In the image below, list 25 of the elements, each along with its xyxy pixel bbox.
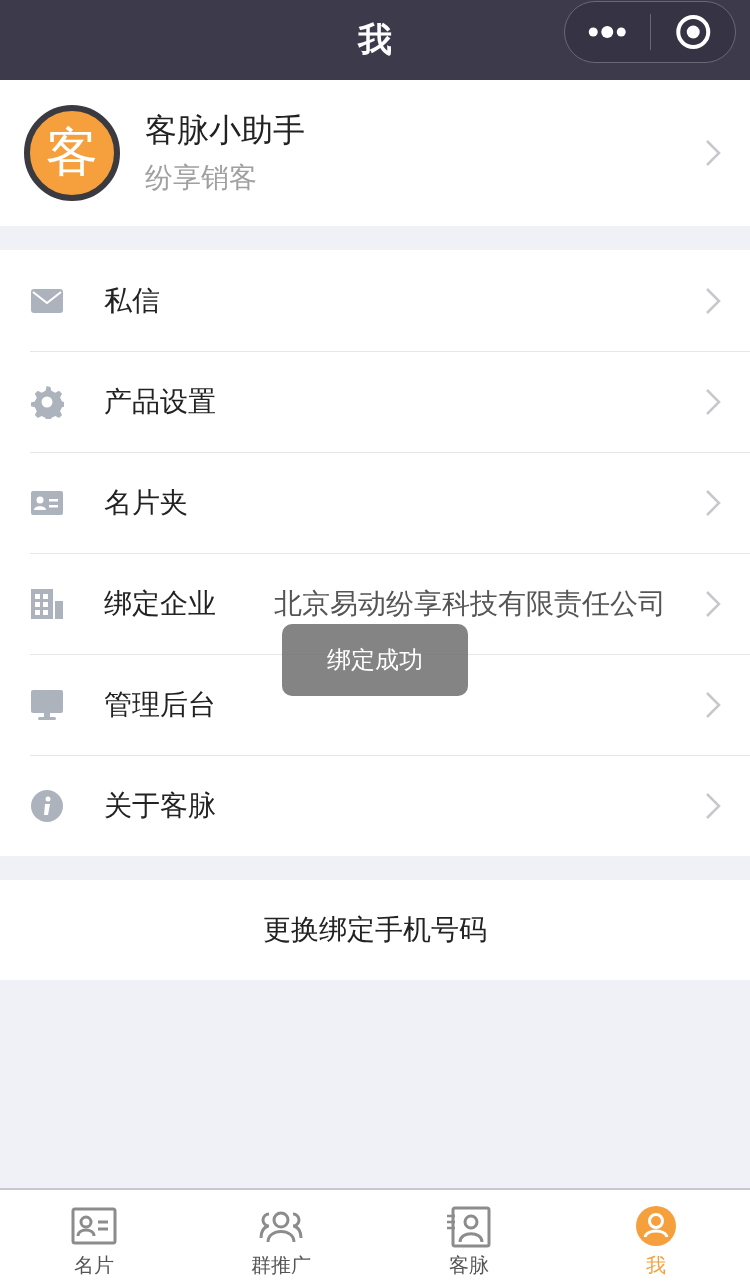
contacts-icon [444, 1204, 493, 1248]
toast: 绑定成功 [282, 624, 468, 696]
menu-item[interactable]: 名片夹 [30, 452, 750, 553]
building-icon [30, 587, 64, 621]
page-title: 我 [358, 18, 392, 61]
profile-name: 客脉小助手 [145, 110, 306, 151]
info-icon [30, 789, 64, 823]
menu-item[interactable]: 关于客脉 [30, 755, 750, 856]
gear-icon [30, 385, 64, 419]
chevron-icon [704, 488, 722, 518]
change-phone-button[interactable]: 更换绑定手机号码 [263, 911, 487, 949]
menu-item[interactable]: 产品设置 [30, 351, 750, 452]
company-name: 北京易动纷享科技有限责任公司 [274, 586, 667, 622]
tab[interactable]: 群推广 [187, 1190, 375, 1286]
chevron-icon [704, 791, 722, 821]
tab[interactable]: 名片 [0, 1190, 188, 1286]
chevron-icon [704, 387, 722, 417]
menu-item[interactable]: 私信 [30, 250, 750, 351]
chevron-icon [704, 285, 722, 316]
tab[interactable]: 客脉 [375, 1190, 563, 1286]
chevron-icon [704, 589, 722, 619]
avatar: 客 [24, 105, 120, 201]
chevron-icon [704, 690, 722, 720]
monitor-icon [30, 688, 64, 722]
profile-subtitle: 纷享销客 [145, 160, 258, 196]
